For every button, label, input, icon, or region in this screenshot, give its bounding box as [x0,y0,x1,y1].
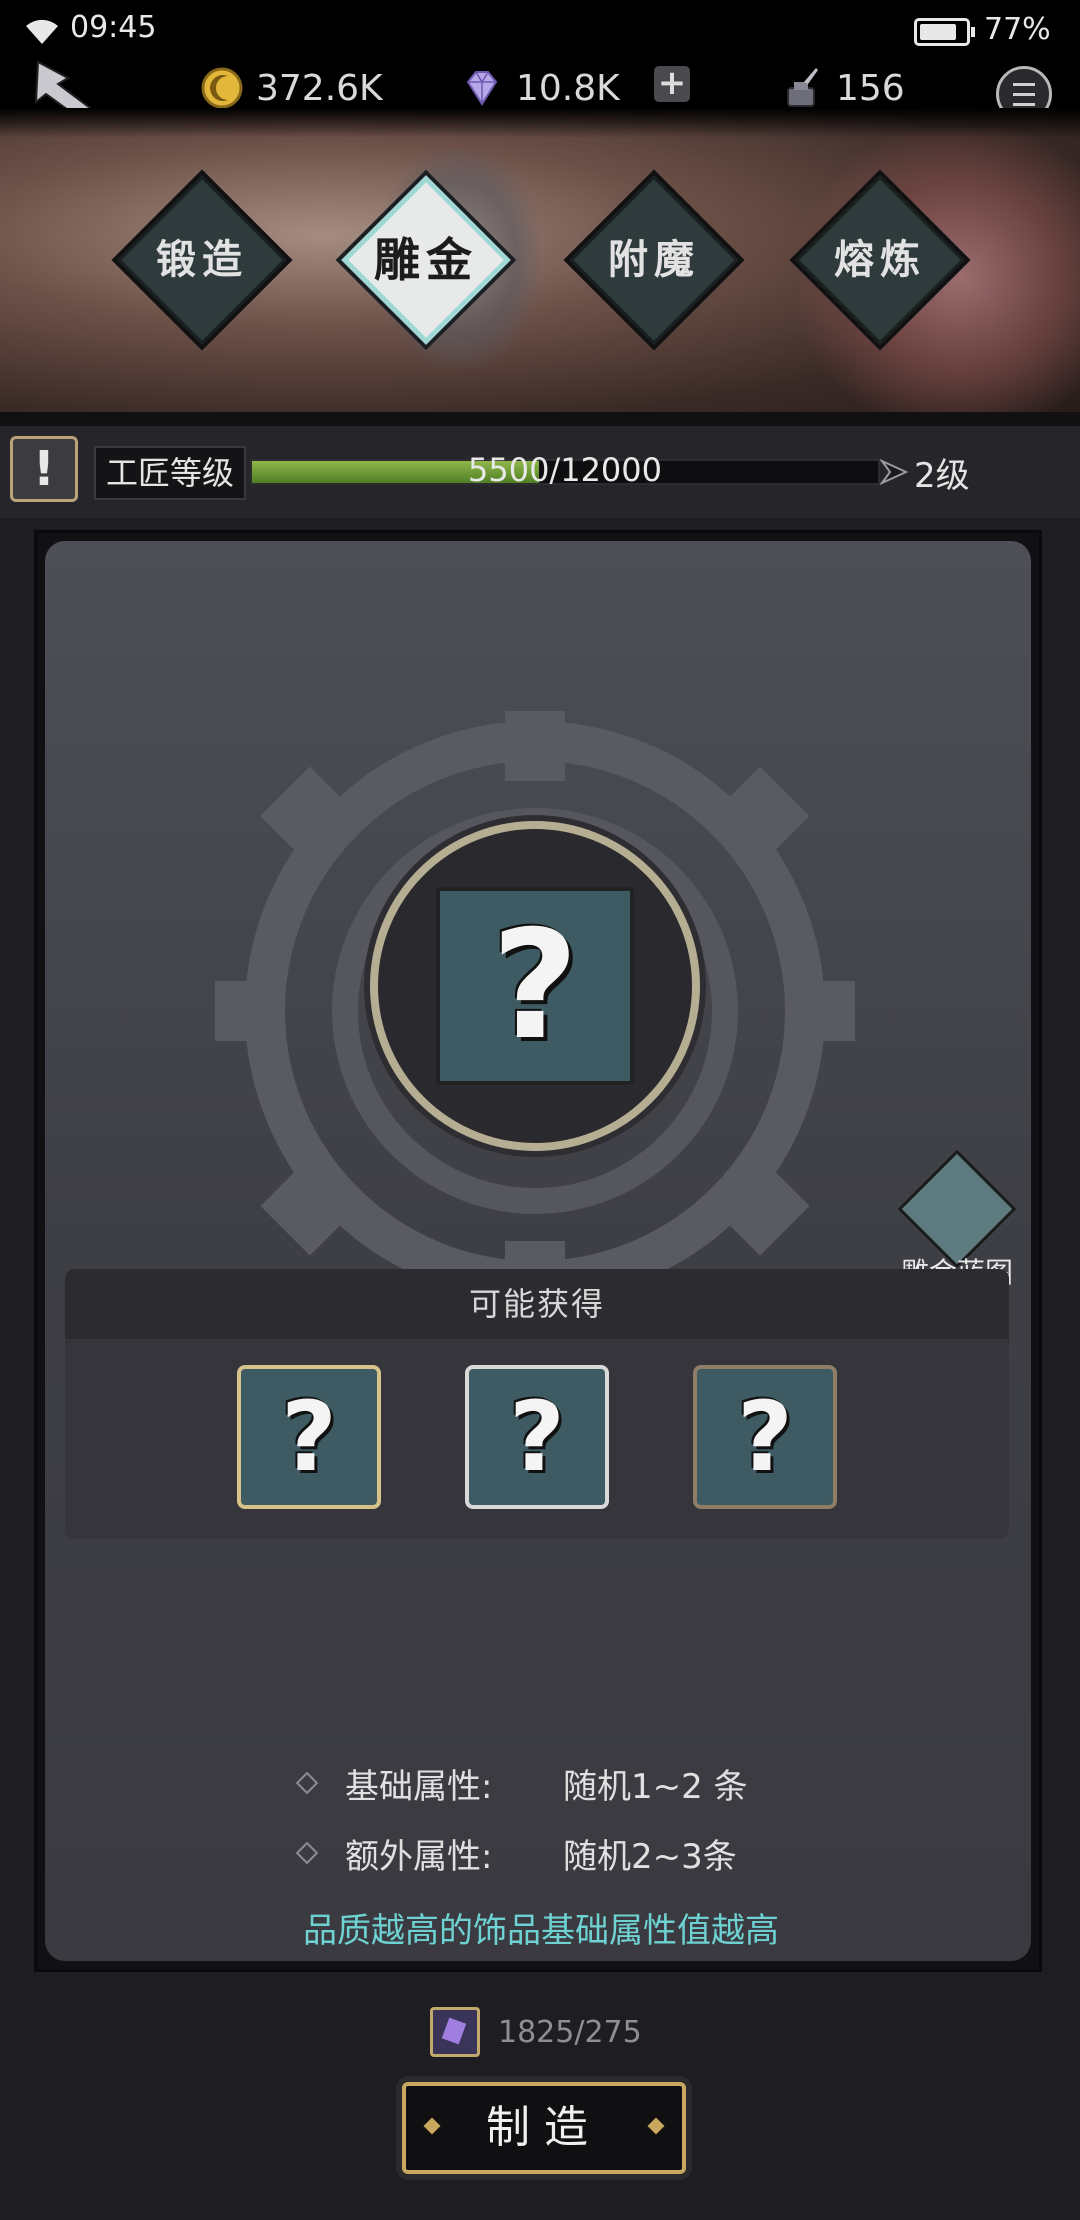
tab-label: 雕金 [374,233,478,287]
attribute-row: 基础属性: 随机1~2 条 [45,1759,1037,1809]
add-gems-button[interactable]: + [654,66,690,102]
possible-rewards-box: 可能获得 ? ? ? [65,1269,1009,1539]
reward-item[interactable]: ? [465,1365,609,1509]
diamond-bullet-icon [295,1841,319,1865]
coin-icon [201,67,243,109]
tab-forge[interactable]: 锻造 [111,169,293,351]
tab-engrave[interactable]: 雕金 [335,169,517,351]
possible-rewards-title: 可能获得 [468,1285,605,1323]
crystal-icon [430,2007,480,2057]
ink-value: 156 [836,67,905,109]
quality-hint: 品质越高的饰品基础属性值越高 [303,1911,779,1951]
attribute-row: 额外属性: 随机2~3条 [45,1829,1037,1879]
attribute-value: 随机1~2 条 [563,1767,748,1807]
battery-icon [914,18,975,46]
tab-label: 锻造 [156,237,248,283]
craft-button[interactable]: 制造 [402,2082,686,2174]
blueprint-slot[interactable]: ? [370,821,700,1151]
reward-item[interactable]: ? [693,1365,837,1509]
question-mark-icon: ? [737,1381,793,1493]
attribute-key: 基础属性: [345,1767,493,1807]
attribute-value: 随机2~3条 [563,1837,737,1877]
blueprint-placeholder: ? [436,887,634,1085]
tab-label: 附魔 [608,237,700,283]
diamond-icon [466,71,498,106]
craft-button-label: 制造 [486,2102,602,2153]
engrave-panel: ? 雕金蓝图 可能获得 ? ? ? 基础属性: 随机1 [34,530,1042,1972]
material-cost: 1825/275 [430,2004,642,2060]
wifi-icon [26,19,58,44]
level-progress-text: 5500/12000 [467,451,662,489]
question-mark-icon: ? [509,1381,565,1493]
clock: 09:45 [70,10,157,45]
alert-button[interactable]: ! [10,436,78,502]
gem-value: 10.8K [516,67,620,109]
ink-bottle-icon [787,68,818,107]
exclamation-icon: ! [33,441,55,497]
tab-enchant[interactable]: 附魔 [563,169,745,351]
battery-percent: 77% [984,12,1051,47]
question-mark-icon: ? [281,1381,337,1493]
tab-label: 熔炼 [834,237,926,283]
next-level: 2级 [914,456,970,496]
craftsman-level-bar: ! 工匠等级 5500/12000 2级 [0,426,1080,518]
workshop-banner: 锻造 雕金 附魔 熔炼 [0,108,1080,426]
question-mark-icon: ? [491,899,579,1073]
attribute-key: 额外属性: [345,1837,493,1877]
tab-smelt[interactable]: 熔炼 [789,169,971,351]
reward-item[interactable]: ? [237,1365,381,1509]
diamond-bullet-icon [295,1771,319,1795]
status-bar: 09:45 77% [0,0,1080,58]
gold-value: 372.6K [256,67,383,109]
arrow-right-icon [880,458,909,486]
level-label: 工匠等级 [94,446,246,500]
material-cost-value: 1825/275 [498,2014,642,2050]
